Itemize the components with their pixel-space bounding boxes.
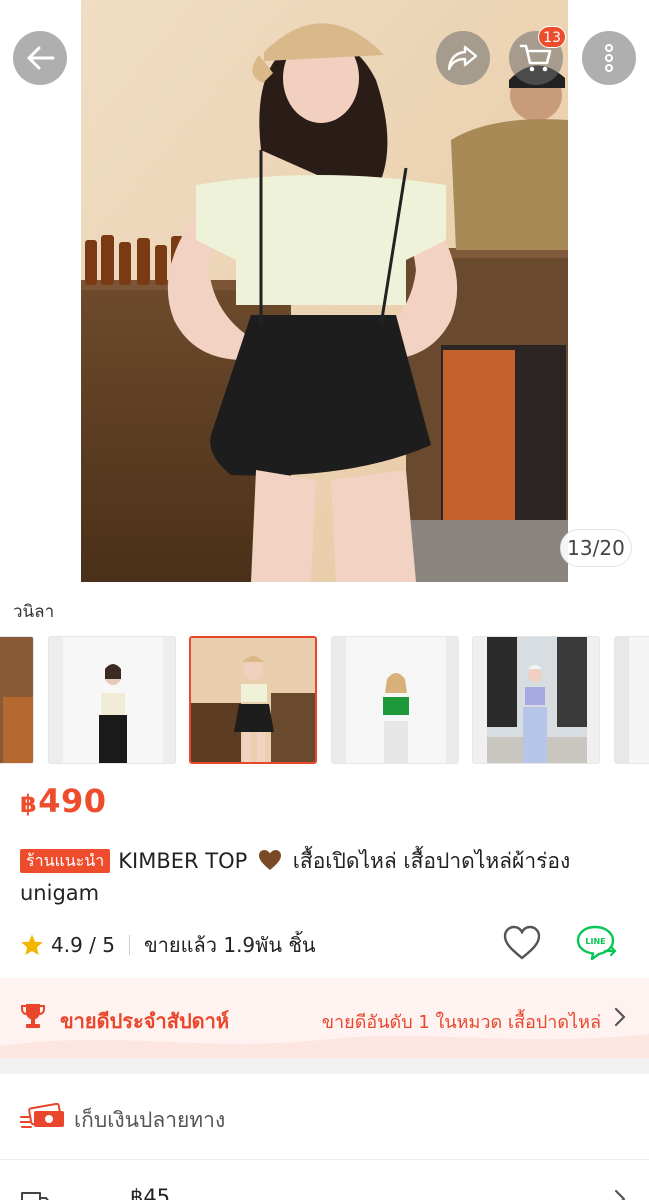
rating-row: 4.9 / 5 ขายแล้ว 1.9พัน ชิ้น LINE <box>20 924 630 963</box>
cash-on-delivery-text: เก็บเงินปลายทาง <box>74 1108 226 1132</box>
product-image-gallery[interactable]: 13 13/20 <box>0 0 649 582</box>
variation-thumb-selected[interactable] <box>189 636 317 764</box>
line-label: LINE <box>585 937 605 946</box>
variation-thumb[interactable] <box>0 636 34 764</box>
currency-symbol: ฿ <box>20 790 38 818</box>
trophy-icon <box>21 1004 45 1028</box>
product-price: ฿490 <box>20 782 107 820</box>
section-divider <box>0 1058 649 1074</box>
cart-button[interactable]: 13 <box>509 26 566 85</box>
best-seller-banner[interactable]: ขายดีประจำสัปดาห์ ขายดีอันดับ 1 ในหมวด เ… <box>0 978 649 1058</box>
best-seller-rank: ขายดีอันดับ 1 ในหมวด เสื้อปาดไหล่ <box>321 1012 601 1033</box>
title-part-1: KIMBER TOP <box>118 849 248 873</box>
back-button[interactable] <box>13 31 67 85</box>
price-value: 490 <box>38 782 107 820</box>
more-vertical-icon <box>605 44 613 72</box>
image-counter: 13/20 <box>560 529 632 567</box>
cash-on-delivery-row: เก็บเงินปลายทาง <box>0 1074 649 1160</box>
chevron-right-icon <box>614 1189 626 1200</box>
product-title: ร้านแนะนำ KIMBER TOP เสื้อเปิดไหล่ เสื้อป… <box>20 845 630 909</box>
variation-label: วนิลา <box>13 602 55 622</box>
star-icon <box>21 934 43 955</box>
share-button[interactable] <box>436 31 490 85</box>
variation-thumb[interactable] <box>614 636 649 764</box>
variation-thumb[interactable] <box>48 636 176 764</box>
variation-thumbnails[interactable] <box>0 636 649 764</box>
recommended-shop-tag: ร้านแนะนำ <box>20 849 111 873</box>
sold-count: ขายแล้ว 1.9พัน ชิ้น <box>143 933 316 957</box>
cart-count-badge: 13 <box>538 26 566 48</box>
chevron-right-icon <box>614 1007 626 1027</box>
line-share-icon[interactable]: LINE <box>575 924 619 962</box>
arrow-left-icon <box>27 46 55 70</box>
best-seller-title: ขายดีประจำสัปดาห์ <box>60 1009 230 1033</box>
shipping-row[interactable]: ฿45 <box>0 1161 649 1200</box>
product-photo[interactable] <box>81 0 568 582</box>
variation-thumb[interactable] <box>472 636 600 764</box>
shipping-price: ฿45 <box>130 1185 171 1200</box>
brown-heart-icon <box>259 850 282 870</box>
truck-icon <box>21 1192 49 1200</box>
share-icon <box>447 45 478 71</box>
favorite-heart-icon[interactable] <box>503 925 541 961</box>
cash-money-icon <box>20 1103 64 1128</box>
rating-value: 4.9 / 5 <box>51 933 115 957</box>
more-options-button[interactable] <box>582 31 636 85</box>
variation-thumb[interactable] <box>331 636 459 764</box>
divider <box>128 935 130 955</box>
